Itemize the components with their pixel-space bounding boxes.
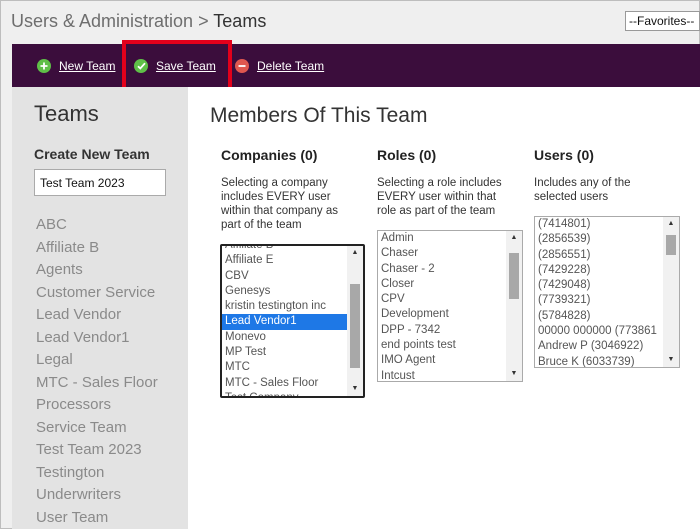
team-name-input[interactable]: [34, 169, 166, 196]
scroll-down-arrow-icon[interactable]: ▼: [663, 353, 679, 367]
save-team-highlight-box: [122, 40, 232, 91]
user-list-item[interactable]: 00000 000000 (773861: [535, 324, 663, 339]
sidebar-team-item[interactable]: Underwriters: [36, 484, 158, 507]
role-list-item[interactable]: Intcust: [378, 369, 506, 381]
company-list-item[interactable]: Lead Vendor1: [222, 314, 347, 330]
breadcrumb-current: Teams: [213, 11, 267, 31]
sidebar-team-item[interactable]: Lead Vendor: [36, 304, 158, 327]
companies-scrollbar[interactable]: ▲ ▼: [347, 246, 363, 396]
company-list-item[interactable]: Affiliate B: [222, 246, 347, 253]
plus-icon: [37, 58, 51, 73]
company-list-item[interactable]: MTC - Sales Floor: [222, 376, 347, 391]
sidebar-team-item[interactable]: MTC - Sales Floor: [36, 372, 158, 395]
user-list-item[interactable]: Bruce K (6033739): [535, 355, 663, 367]
user-list-item[interactable]: (7414801): [535, 217, 663, 232]
breadcrumb-parent[interactable]: Users & Administration: [11, 11, 193, 31]
company-list-item[interactable]: MP Test: [222, 345, 347, 360]
create-new-team-label: Create New Team: [34, 146, 150, 162]
minus-icon: [235, 58, 249, 73]
companies-description: Selecting a company includes EVERY user …: [221, 177, 338, 231]
company-list-item[interactable]: kristin testington inc: [222, 299, 347, 314]
window: Users & Administration > Teams --Favorit…: [0, 0, 700, 529]
roles-heading: Roles (0): [377, 147, 437, 163]
sidebar-team-item[interactable]: User Team: [36, 507, 158, 529]
company-list-item[interactable]: Genesys: [222, 284, 347, 299]
company-list-item[interactable]: CBV: [222, 269, 347, 284]
user-list-item[interactable]: (7739321): [535, 293, 663, 308]
main-panel: Members Of This Team Companies (0) Selec…: [188, 87, 700, 529]
roles-description: Selecting a role includes EVERY user wit…: [377, 177, 502, 217]
user-list-item[interactable]: (7429048): [535, 278, 663, 293]
role-list-item[interactable]: Development: [378, 307, 506, 322]
role-list-item[interactable]: Admin: [378, 231, 506, 246]
sidebar-team-item[interactable]: Customer Service: [36, 282, 158, 305]
users-description: Includes any of the selected users: [534, 177, 631, 203]
sidebar-team-item[interactable]: Legal: [36, 349, 158, 372]
scroll-up-arrow-icon[interactable]: ▲: [347, 246, 363, 260]
scroll-down-arrow-icon[interactable]: ▼: [506, 367, 522, 381]
user-list-item[interactable]: (5784828): [535, 309, 663, 324]
breadcrumb: Users & Administration > Teams: [11, 11, 266, 32]
user-list-item[interactable]: (7429228): [535, 263, 663, 278]
user-list-item[interactable]: Andrew P (3046922): [535, 339, 663, 354]
users-heading: Users (0): [534, 147, 594, 163]
company-list-item[interactable]: Affiliate E: [222, 253, 347, 268]
company-list-item[interactable]: Test Company: [222, 391, 347, 396]
sidebar-team-item[interactable]: Agents: [36, 259, 158, 282]
companies-listbox[interactable]: Affiliate B Affiliate E CBV Genesys kristin …: [220, 244, 365, 398]
role-list-item[interactable]: Chaser: [378, 246, 506, 261]
new-team-button[interactable]: New Team: [37, 44, 115, 87]
scroll-up-arrow-icon[interactable]: ▲: [506, 231, 522, 245]
sidebar-team-item[interactable]: Test Team 2023: [36, 439, 158, 462]
sidebar-team-item[interactable]: ABC: [36, 214, 158, 237]
role-list-item[interactable]: end points test: [378, 338, 506, 353]
sidebar-title: Teams: [34, 101, 99, 126]
sidebar-team-item[interactable]: Testington: [36, 462, 158, 485]
users-listbox[interactable]: (7414801) (2856539) (2856551) (7429228) (742…: [534, 216, 680, 368]
scroll-thumb[interactable]: [509, 253, 519, 299]
scroll-up-arrow-icon[interactable]: ▲: [663, 217, 679, 231]
scroll-down-arrow-icon[interactable]: ▼: [347, 382, 363, 396]
sidebar-team-item[interactable]: Service Team: [36, 417, 158, 440]
sidebar-team-item[interactable]: Lead Vendor1: [36, 327, 158, 350]
user-list-item[interactable]: (2856539): [535, 232, 663, 247]
role-list-item[interactable]: DPP - 7342: [378, 323, 506, 338]
role-list-item[interactable]: CPV: [378, 292, 506, 307]
companies-heading: Companies (0): [221, 147, 318, 163]
favorites-dropdown[interactable]: --Favorites--: [625, 11, 700, 31]
new-team-label: New Team: [59, 58, 116, 73]
roles-scrollbar[interactable]: ▲ ▼: [506, 231, 522, 381]
toolbar: New Team Save Team Delete Team: [12, 44, 700, 87]
roles-listbox[interactable]: Admin Chaser Chaser - 2 Closer CPV Developmen…: [377, 230, 523, 382]
scroll-thumb[interactable]: [666, 235, 676, 255]
user-list-item[interactable]: (2856551): [535, 248, 663, 263]
users-scrollbar[interactable]: ▲ ▼: [663, 217, 679, 367]
delete-team-label: Delete Team: [257, 58, 325, 73]
sidebar-team-item[interactable]: Affiliate B: [36, 237, 158, 260]
role-list-item[interactable]: Chaser - 2: [378, 262, 506, 277]
company-list-item[interactable]: Monevo: [222, 330, 347, 345]
role-list-item[interactable]: Closer: [378, 277, 506, 292]
scroll-thumb[interactable]: [350, 284, 360, 368]
page-title: Members Of This Team: [210, 104, 428, 127]
delete-team-button[interactable]: Delete Team: [235, 44, 324, 87]
sidebar-team-item[interactable]: Processors: [36, 394, 158, 417]
sidebar: Teams Create New Team ABCAffiliate BAgen…: [12, 87, 188, 529]
team-list: ABC Affiliate B Agents Customer Service Lead…: [36, 214, 158, 529]
company-list-item[interactable]: MTC: [222, 360, 347, 375]
role-list-item[interactable]: IMO Agent: [378, 353, 506, 368]
breadcrumb-separator: >: [198, 11, 209, 31]
